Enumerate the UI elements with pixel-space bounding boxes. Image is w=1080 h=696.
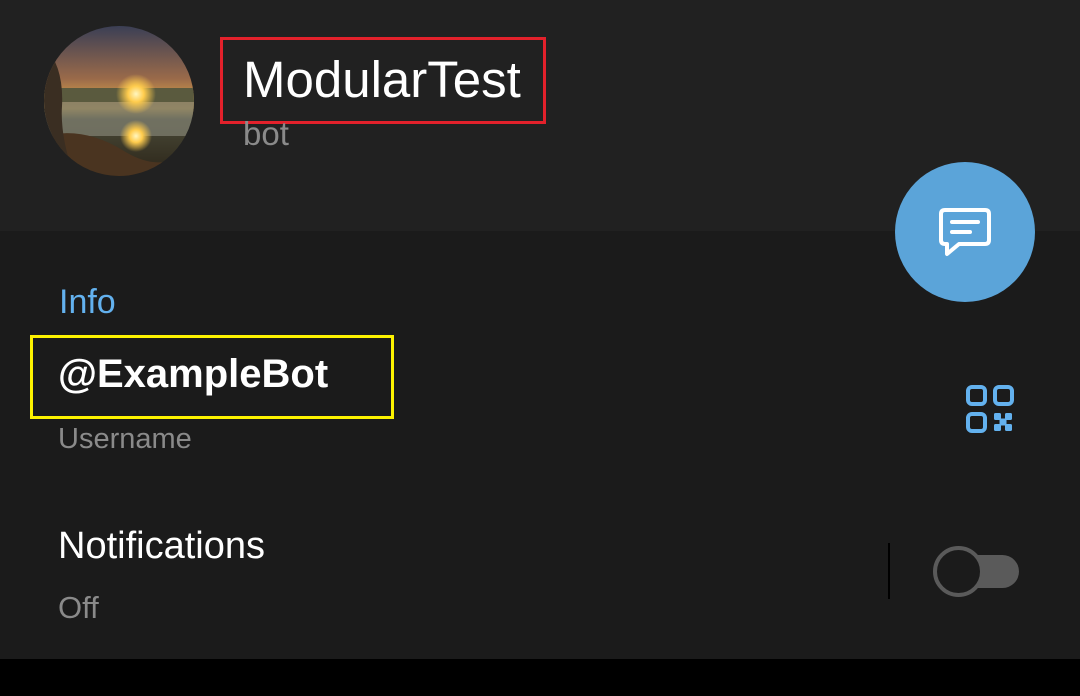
profile-subtitle: bot	[243, 115, 289, 152]
username-value[interactable]: @ExampleBot	[58, 350, 328, 398]
username-caption: Username	[58, 423, 192, 455]
sunset-landscape-avatar-icon	[44, 26, 194, 176]
notifications-label[interactable]: Notifications	[58, 523, 265, 569]
toggle-knob	[933, 546, 984, 597]
bottom-bar	[0, 659, 1080, 696]
notifications-status: Off	[58, 590, 99, 625]
divider	[888, 543, 890, 599]
avatar[interactable]	[44, 26, 194, 176]
send-message-button[interactable]	[895, 162, 1035, 302]
qr-code-button[interactable]	[966, 385, 1014, 433]
profile-name: ModularTest	[243, 51, 521, 108]
qr-code-icon	[966, 385, 1014, 433]
notifications-toggle[interactable]	[933, 546, 1021, 597]
info-section-title: Info	[59, 283, 116, 321]
message-icon	[939, 208, 991, 256]
